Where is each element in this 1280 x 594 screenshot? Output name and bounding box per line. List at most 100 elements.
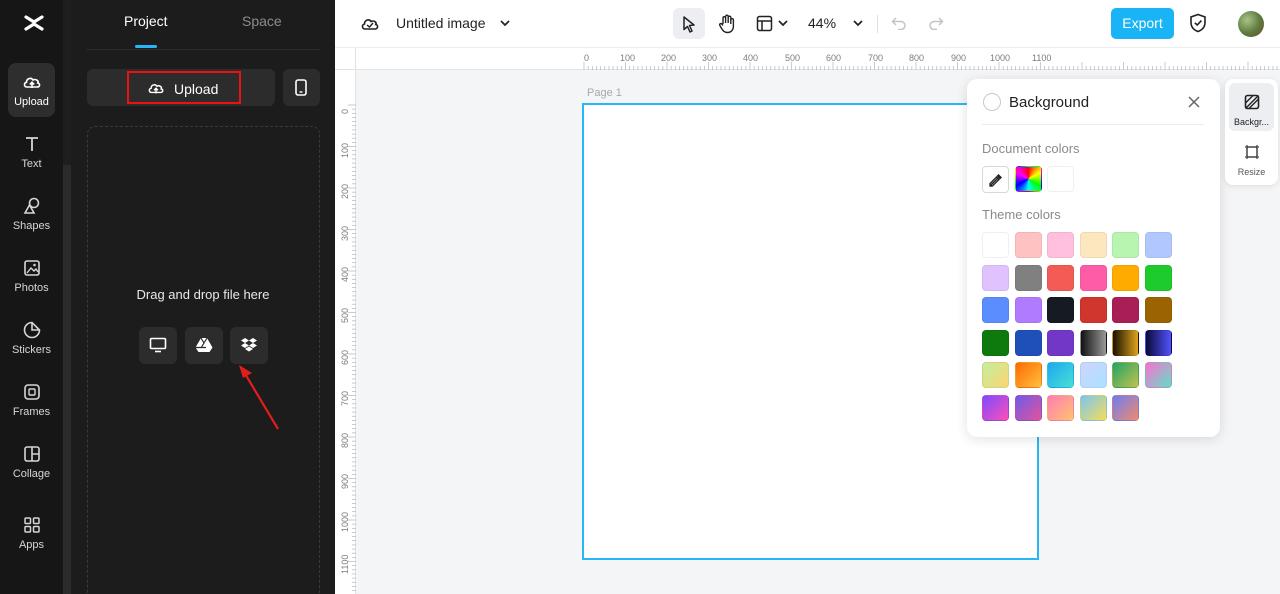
app-logo-icon[interactable] bbox=[22, 11, 46, 35]
hand-tool-icon[interactable] bbox=[718, 14, 736, 34]
background-none-radio[interactable] bbox=[983, 93, 1001, 111]
rail-item-upload[interactable]: Upload bbox=[8, 63, 55, 117]
theme-color-swatch[interactable] bbox=[1145, 297, 1172, 324]
theme-color-swatch[interactable] bbox=[1079, 362, 1107, 389]
rail-item-collage[interactable]: Collage bbox=[8, 435, 55, 489]
ruler-corner bbox=[335, 48, 356, 70]
photo-icon bbox=[24, 260, 40, 276]
rail-item-frames[interactable]: Frames bbox=[8, 373, 55, 427]
theme-color-swatch[interactable] bbox=[982, 395, 1009, 421]
rail-item-apps[interactable]: Apps bbox=[8, 506, 55, 560]
export-button[interactable]: Export bbox=[1111, 8, 1174, 39]
theme-color-swatch[interactable] bbox=[1079, 232, 1107, 258]
phone-icon bbox=[295, 79, 307, 96]
theme-color-swatch[interactable] bbox=[1112, 264, 1140, 291]
h-ruler-label: 600 bbox=[826, 53, 842, 63]
theme-color-swatch[interactable] bbox=[1047, 329, 1075, 356]
theme-color-swatch[interactable] bbox=[1112, 395, 1140, 421]
theme-color-swatch[interactable] bbox=[1112, 232, 1140, 258]
rail-label-stickers: Stickers bbox=[11, 344, 52, 356]
h-ruler-label: 400 bbox=[743, 53, 759, 63]
upload-from-computer-button[interactable] bbox=[139, 327, 177, 364]
theme-color-swatch[interactable] bbox=[982, 362, 1009, 389]
cloud-sync-icon[interactable] bbox=[360, 14, 380, 32]
sticker-icon bbox=[23, 321, 41, 339]
layout-chevron-down-icon[interactable] bbox=[777, 18, 789, 28]
resize-icon bbox=[1245, 145, 1259, 159]
theme-color-swatch[interactable] bbox=[982, 264, 1009, 291]
rail-scrollbar-thumb[interactable] bbox=[63, 165, 71, 594]
background-tool-label: Backgr... bbox=[1233, 117, 1269, 127]
theme-color-swatch[interactable] bbox=[1079, 297, 1107, 324]
tab-underline bbox=[135, 45, 157, 48]
select-tool-button[interactable] bbox=[673, 8, 705, 39]
rail-item-photos[interactable]: Photos bbox=[8, 249, 55, 303]
document-title[interactable]: Untitled image bbox=[396, 15, 486, 31]
dropbox-icon bbox=[241, 338, 257, 352]
tab-space[interactable]: Space bbox=[242, 13, 282, 29]
resize-tool-button[interactable]: Resize bbox=[1229, 133, 1274, 181]
v-ruler-label: 600 bbox=[340, 349, 350, 365]
zoom-level[interactable]: 44% bbox=[808, 15, 836, 31]
page-label: Page 1 bbox=[587, 87, 622, 99]
theme-color-swatch[interactable] bbox=[1014, 297, 1042, 324]
v-ruler-label: 800 bbox=[340, 432, 350, 448]
user-avatar[interactable] bbox=[1238, 11, 1264, 37]
redo-icon[interactable] bbox=[928, 16, 944, 30]
horizontal-ruler-ticks bbox=[583, 62, 1278, 70]
theme-color-swatch[interactable] bbox=[1047, 362, 1075, 389]
theme-color-swatch[interactable] bbox=[1112, 362, 1140, 389]
rail-label-collage: Collage bbox=[12, 468, 51, 480]
upload-from-dropbox-button[interactable] bbox=[230, 327, 268, 364]
theme-color-swatch[interactable] bbox=[1014, 232, 1042, 258]
layout-icon[interactable] bbox=[756, 15, 773, 32]
h-ruler-label: 1100 bbox=[1032, 53, 1052, 63]
v-ruler-label: 300 bbox=[340, 225, 350, 241]
mobile-upload-button[interactable] bbox=[283, 69, 320, 106]
theme-color-swatch[interactable] bbox=[982, 297, 1009, 324]
background-tool-button[interactable]: Backgr... bbox=[1229, 83, 1274, 131]
theme-color-swatch[interactable] bbox=[1047, 232, 1075, 258]
h-ruler-label: 800 bbox=[909, 53, 925, 63]
theme-color-swatch[interactable] bbox=[1112, 297, 1140, 324]
theme-color-swatch[interactable] bbox=[1014, 395, 1042, 421]
rail-item-stickers[interactable]: Stickers bbox=[8, 311, 55, 365]
theme-color-swatch[interactable] bbox=[1047, 297, 1075, 324]
frame-icon bbox=[24, 384, 40, 400]
theme-color-swatch[interactable] bbox=[1145, 362, 1172, 389]
theme-color-swatch[interactable] bbox=[1079, 264, 1107, 291]
theme-color-swatch[interactable] bbox=[1079, 329, 1107, 356]
upload-from-google-drive-button[interactable] bbox=[185, 327, 223, 364]
vertical-ruler: 0 100 200 300 400 500 600 700 800 900 10… bbox=[335, 70, 356, 594]
theme-color-swatch[interactable] bbox=[982, 329, 1009, 356]
theme-color-swatch[interactable] bbox=[1014, 362, 1042, 389]
theme-color-swatch[interactable] bbox=[1079, 395, 1107, 421]
tab-project[interactable]: Project bbox=[124, 13, 168, 29]
theme-color-swatch[interactable] bbox=[1112, 329, 1140, 356]
cloud-upload-icon bbox=[148, 84, 164, 94]
document-color-swatch[interactable] bbox=[1015, 166, 1042, 192]
theme-color-swatch[interactable] bbox=[1047, 395, 1075, 421]
theme-color-swatch[interactable] bbox=[1145, 264, 1172, 291]
rail-item-shapes[interactable]: Shapes bbox=[8, 187, 55, 241]
document-color-swatch[interactable] bbox=[1047, 166, 1074, 192]
rail-label-upload: Upload bbox=[14, 96, 49, 108]
rail-scrollbar[interactable] bbox=[63, 0, 71, 594]
rail-item-text[interactable]: Text bbox=[8, 125, 55, 179]
right-tool-strip: Backgr... Resize bbox=[1225, 79, 1278, 185]
rail-label-frames: Frames bbox=[12, 406, 51, 418]
theme-color-swatch[interactable] bbox=[1047, 264, 1075, 291]
theme-color-swatch[interactable] bbox=[1014, 329, 1042, 356]
shield-icon[interactable] bbox=[1189, 13, 1207, 33]
theme-color-swatch[interactable] bbox=[1014, 264, 1042, 291]
theme-color-swatch[interactable] bbox=[1145, 329, 1172, 356]
theme-color-swatch[interactable] bbox=[982, 232, 1009, 258]
cloud-upload-icon bbox=[23, 77, 41, 88]
close-icon[interactable] bbox=[1187, 95, 1201, 109]
eyedropper-button[interactable] bbox=[982, 166, 1009, 193]
chevron-down-icon[interactable] bbox=[499, 18, 511, 28]
undo-icon[interactable] bbox=[891, 16, 907, 30]
zoom-chevron-down-icon[interactable] bbox=[852, 18, 864, 28]
theme-color-swatch[interactable] bbox=[1145, 232, 1172, 258]
upload-button[interactable]: Upload bbox=[127, 71, 241, 104]
